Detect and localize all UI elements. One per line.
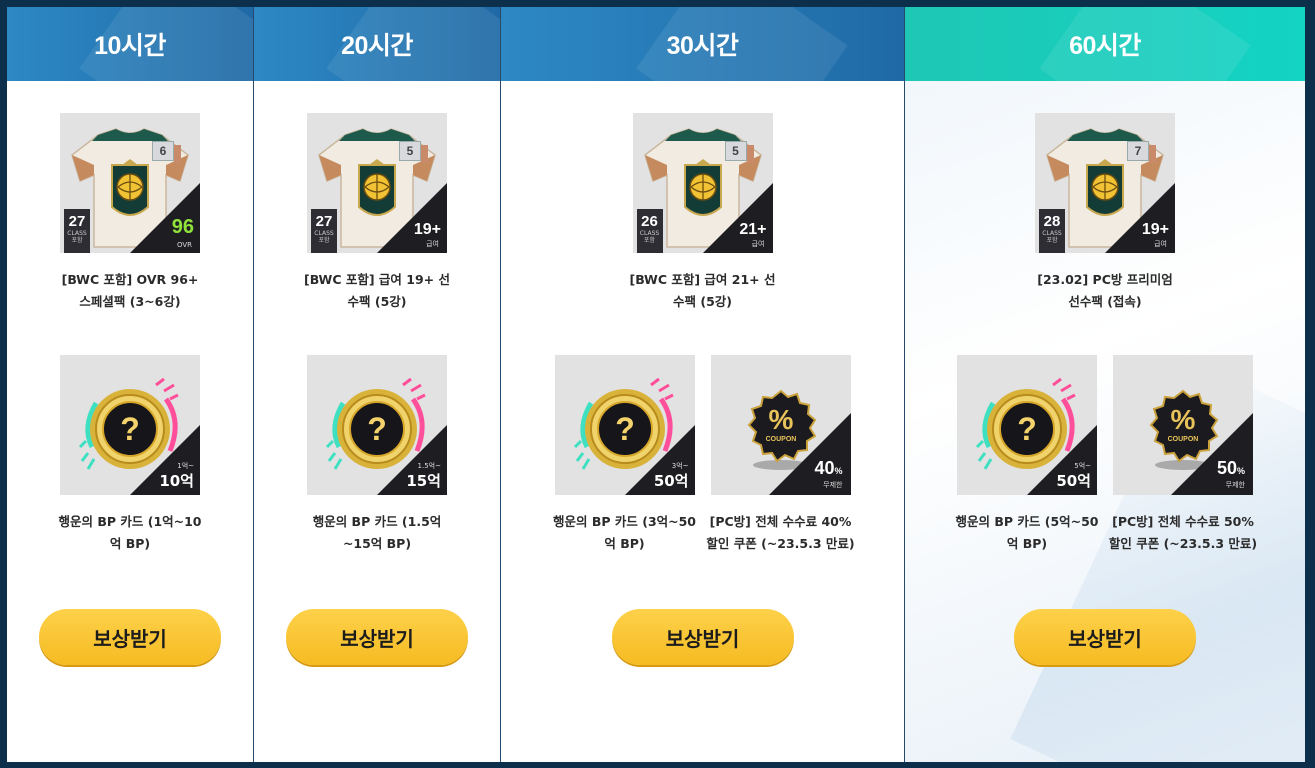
reward-item: 5 27 CLASS 포함 19+ 급여 [BWC 포함] 급여 19+ 선수팩… (304, 113, 450, 313)
reward-caption: [PC방] 전체 수수료 50% 할인 쿠폰 (~23.5.3 만료) (1108, 514, 1258, 551)
reward-item: % COUPON 50% 무제한 [PC방] 전체 수수료 50% 할인 쿠폰 … (1109, 355, 1257, 555)
reward-item: ? 1억~ 10억 행운의 BP 카드 (1억~10억 BP) (58, 355, 202, 555)
reward-column-60h: 60시간 7 28 CLASS 포함 19+ 급여 [23.02] PC방 프리… (905, 7, 1305, 762)
coupon-percent: 50% (1216, 458, 1245, 478)
reward-item: 5 26 CLASS 포함 21+ 급여 [BWC 포함] 급여 21+ 선수팩… (629, 113, 776, 313)
class-level-badge: 28 CLASS 포함 (1039, 209, 1065, 253)
column-header: 60시간 (905, 7, 1305, 81)
reward-item: 7 28 CLASS 포함 19+ 급여 [23.02] PC방 프리미엄 선수… (1035, 113, 1175, 313)
reward-item: % COUPON 40% 무제한 [PC방] 전체 수수료 40% 할인 쿠폰 … (706, 355, 855, 555)
top-items: 6 27 CLASS 포함 96 OVR [BWC 포함] OVR 96+ 스페… (7, 113, 253, 313)
pack-value-label: OVR (176, 241, 192, 249)
bp-card-thumbnail[interactable]: ? 1.5억~ 15억 (307, 355, 447, 495)
pack-value-label: 급여 (1154, 240, 1167, 248)
player-pack-thumbnail[interactable]: 5 27 CLASS 포함 19+ 급여 (307, 113, 447, 253)
reward-board: 10시간 6 27 CLASS 포함 96 OVR [BWC 포함] OVR 9… (7, 7, 1305, 762)
reward-column-30h: 30시간 5 26 CLASS 포함 21+ 급여 [BWC 포함] 급여 21… (501, 7, 905, 762)
bottom-items: ? 1.5억~ 15억 행운의 BP 카드 (1.5억~15억 BP) (254, 355, 500, 555)
reward-caption: [BWC 포함] OVR 96+ 스페셜팩 (3~6강) (61, 272, 199, 309)
reward-caption: [BWC 포함] 급여 19+ 선수팩 (5강) (303, 272, 450, 309)
bottom-items: ? 5억~ 50억 행운의 BP 카드 (5억~50억 BP) % COUPON… (905, 355, 1305, 555)
top-items: 7 28 CLASS 포함 19+ 급여 [23.02] PC방 프리미엄 선수… (905, 113, 1305, 313)
reward-caption: [PC방] 전체 수수료 40% 할인 쿠폰 (~23.5.3 만료) (706, 514, 855, 551)
pack-value: 19+ (1141, 221, 1169, 238)
claim-reward-button[interactable]: 보상받기 (286, 609, 468, 665)
column-header: 30시간 (501, 7, 904, 81)
player-pack-thumbnail[interactable]: 7 28 CLASS 포함 19+ 급여 (1035, 113, 1175, 253)
column-title: 30시간 (666, 32, 739, 60)
column-header: 10시간 (7, 7, 253, 81)
pack-value: 19+ (413, 221, 441, 238)
pack-value: 96 (171, 216, 194, 238)
reward-caption: [23.02] PC방 프리미엄 선수팩 (접속) (1037, 272, 1173, 309)
grade-badge: 5 (399, 141, 428, 163)
reward-item: 6 27 CLASS 포함 96 OVR [BWC 포함] OVR 96+ 스페… (60, 113, 200, 313)
reward-column-20h: 20시간 5 27 CLASS 포함 19+ 급여 [BWC 포함] 급여 19… (254, 7, 501, 762)
coupon-percent: 40% (814, 458, 843, 478)
column-title: 60시간 (1069, 32, 1141, 60)
reward-caption: 행운의 BP 카드 (1억~10억 BP) (58, 514, 202, 551)
bp-range-max: 50억 (653, 472, 689, 490)
pack-value-label: 급여 (751, 240, 765, 248)
grade-badge: 6 (152, 141, 181, 163)
reward-item: ? 5억~ 50억 행운의 BP 카드 (5억~50억 BP) (955, 355, 1099, 555)
claim-reward-button[interactable]: 보상받기 (611, 609, 794, 665)
bp-card-thumbnail[interactable]: ? 5억~ 50억 (957, 355, 1097, 495)
column-title: 10시간 (94, 32, 166, 60)
reward-item: ? 3억~ 50억 행운의 BP 카드 (3억~50억 BP) (553, 355, 696, 555)
grade-badge: 5 (724, 141, 754, 163)
reward-caption: 행운의 BP 카드 (1.5억~15억 BP) (312, 514, 442, 551)
claim-reward-button[interactable]: 보상받기 (39, 609, 221, 665)
class-level-badge: 27 CLASS 포함 (311, 209, 337, 253)
bp-card-thumbnail[interactable]: ? 3억~ 50억 (554, 355, 695, 495)
class-level-badge: 27 CLASS 포함 (64, 209, 90, 253)
column-header: 20시간 (254, 7, 500, 81)
coupon-limit: 무제한 (823, 481, 843, 489)
top-items: 5 27 CLASS 포함 19+ 급여 [BWC 포함] 급여 19+ 선수팩… (254, 113, 500, 313)
reward-column-10h: 10시간 6 27 CLASS 포함 96 OVR [BWC 포함] OVR 9… (7, 7, 254, 762)
coupon-thumbnail[interactable]: % COUPON 40% 무제한 (710, 355, 851, 495)
pack-value: 21+ (739, 221, 767, 238)
pack-value-label: 급여 (426, 240, 439, 248)
bp-range-max: 15억 (406, 472, 441, 490)
player-pack-thumbnail[interactable]: 6 27 CLASS 포함 96 OVR (60, 113, 200, 253)
class-level-badge: 26 CLASS 포함 (636, 209, 663, 253)
top-items: 5 26 CLASS 포함 21+ 급여 [BWC 포함] 급여 21+ 선수팩… (501, 113, 904, 313)
claim-reward-button[interactable]: 보상받기 (1014, 609, 1196, 665)
player-pack-thumbnail[interactable]: 5 26 CLASS 포함 21+ 급여 (632, 113, 773, 253)
bottom-items: ? 3억~ 50억 행운의 BP 카드 (3억~50억 BP) % COUPON… (501, 355, 904, 555)
coupon-thumbnail[interactable]: % COUPON 50% 무제한 (1113, 355, 1253, 495)
bp-range-max: 10억 (159, 472, 194, 490)
reward-item: ? 1.5억~ 15억 행운의 BP 카드 (1.5억~15억 BP) (307, 355, 447, 555)
grade-badge: 7 (1127, 141, 1156, 163)
bp-card-thumbnail[interactable]: ? 1억~ 10억 (60, 355, 200, 495)
reward-caption: [BWC 포함] 급여 21+ 선수팩 (5강) (629, 272, 776, 309)
column-title: 20시간 (341, 32, 413, 60)
bp-range-max: 50억 (1056, 472, 1091, 490)
bottom-items: ? 1억~ 10억 행운의 BP 카드 (1억~10억 BP) (7, 355, 253, 555)
reward-caption: 행운의 BP 카드 (5억~50억 BP) (955, 514, 1099, 551)
coupon-limit: 무제한 (1225, 481, 1245, 489)
reward-caption: 행운의 BP 카드 (3억~50억 BP) (552, 514, 697, 551)
